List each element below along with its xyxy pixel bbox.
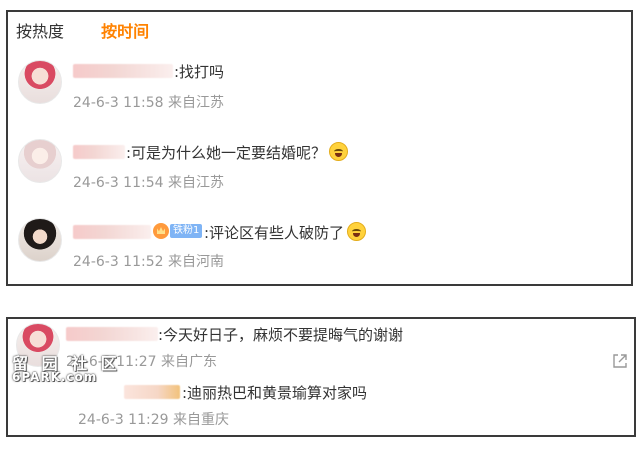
laugh-cry-emoji-icon <box>329 142 349 161</box>
fan-badge[interactable]: 铁粉1 <box>153 223 203 239</box>
crown-icon <box>153 223 169 239</box>
reply-location: 来自重庆 <box>172 412 229 428</box>
comment-text-content: :可是为什么她一定要结婚呢？ <box>126 144 327 162</box>
username-blurred[interactable] <box>124 385 180 399</box>
comment-location: 来自江苏 <box>167 95 224 111</box>
reply-time: 24-6-3 11:29 <box>78 412 169 428</box>
comment-meta: 24-6-3 11:54 来自江苏 <box>73 172 224 192</box>
sort-tabs: 按热度 按时间 <box>16 18 181 42</box>
comment-text: :评论区有些人破防了 <box>204 222 367 243</box>
reply-text: :迪丽热巴和黄景瑜算对家吗 <box>182 384 368 402</box>
username-blurred[interactable] <box>66 327 158 341</box>
avatar[interactable] <box>18 139 62 183</box>
comment-location: 来自河南 <box>167 254 224 270</box>
username-blurred[interactable] <box>73 225 151 239</box>
laugh-cry-emoji-icon <box>347 222 367 241</box>
thread-panel: :今天好日子，麻烦不要提晦气的谢谢 24-6-3 11:27 来自广东 :迪丽热… <box>6 317 636 437</box>
tab-by-heat[interactable]: 按热度 <box>16 18 64 42</box>
comment-location: 来自江苏 <box>167 175 224 191</box>
share-icon[interactable] <box>612 353 628 369</box>
username-blurred[interactable] <box>73 145 125 159</box>
comment-time: 24-6-3 11:54 <box>73 175 164 191</box>
comment-text: :今天好日子，麻烦不要提晦气的谢谢 <box>158 326 404 344</box>
comment-time: 24-6-3 11:52 <box>73 254 164 270</box>
comment-text: :可是为什么她一定要结婚呢？ <box>126 142 349 163</box>
username-blurred[interactable] <box>73 64 173 78</box>
comment-text-content: :评论区有些人破防了 <box>204 224 345 242</box>
avatar[interactable] <box>18 60 62 104</box>
watermark-url: 6PARK.com <box>12 370 98 384</box>
reply-meta: 24-6-3 11:29 来自重庆 <box>78 409 229 429</box>
comment-time: 24-6-3 11:58 <box>73 95 164 111</box>
comments-panel: 按热度 按时间 :找打吗 24-6-3 11:58 来自江苏 :可是为什么她一定… <box>6 10 633 286</box>
comment-text: :找打吗 <box>174 63 225 81</box>
tab-by-time[interactable]: 按时间 <box>101 18 149 42</box>
fan-level-tag: 铁粉1 <box>170 224 203 238</box>
comment-location: 来自广东 <box>160 354 217 370</box>
comment-meta: 24-6-3 11:52 来自河南 <box>73 251 224 271</box>
avatar[interactable] <box>18 218 62 262</box>
comment-meta: 24-6-3 11:58 来自江苏 <box>73 92 224 112</box>
